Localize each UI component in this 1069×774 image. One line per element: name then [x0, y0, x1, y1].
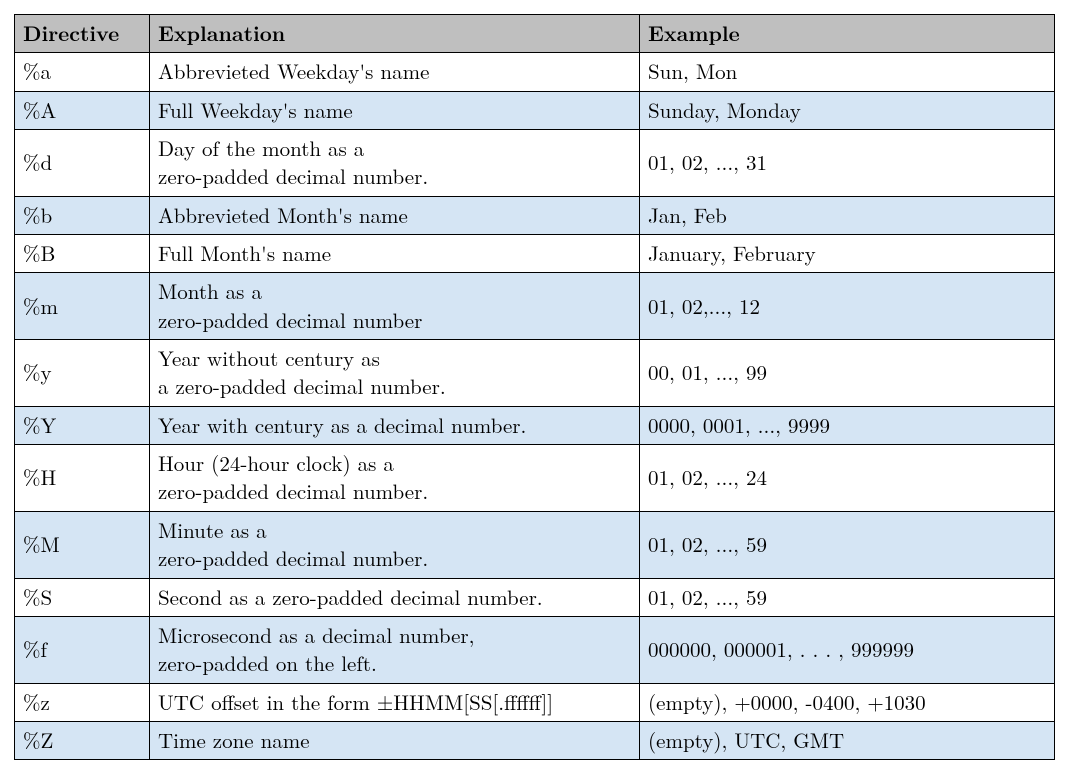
cell-explanation: UTC offset in the form ±HHMM[SS[.ffffff]… [150, 683, 640, 721]
cell-explanation: Year with century as a decimal number. [150, 406, 640, 444]
cell-explanation: Time zone name [150, 721, 640, 759]
table-row: %bAbbrevieted Month's nameJan, Feb [15, 196, 1055, 234]
cell-directive: %m [15, 273, 150, 340]
table-row: %yYear without century asa zero-padded d… [15, 340, 1055, 407]
cell-example: (empty), UTC, GMT [640, 721, 1055, 759]
cell-example: Sunday, Monday [640, 91, 1055, 129]
cell-directive: %Z [15, 721, 150, 759]
table-row: %BFull Month's nameJanuary, February [15, 235, 1055, 273]
cell-explanation: Full Month's name [150, 235, 640, 273]
table-row: %AFull Weekday's nameSunday, Monday [15, 91, 1055, 129]
table-row: %fMicrosecond as a decimal number,zero-p… [15, 616, 1055, 683]
cell-explanation: Year without century asa zero-padded dec… [150, 340, 640, 407]
cell-directive: %A [15, 91, 150, 129]
cell-directive: %B [15, 235, 150, 273]
cell-explanation: Minute as azero-padded decimal number. [150, 511, 640, 578]
cell-directive: %a [15, 53, 150, 91]
table-row: %dDay of the month as azero-padded decim… [15, 130, 1055, 197]
cell-example: 01, 02, ..., 24 [640, 445, 1055, 512]
cell-explanation: Abbrevieted Weekday's name [150, 53, 640, 91]
cell-directive: %Y [15, 406, 150, 444]
table-row: %zUTC offset in the form ±HHMM[SS[.fffff… [15, 683, 1055, 721]
header-example: Example [640, 15, 1055, 53]
cell-example: 000000, 000001, . . . , 999999 [640, 616, 1055, 683]
cell-example: 01, 02,..., 12 [640, 273, 1055, 340]
cell-explanation: Hour (24-hour clock) as azero-padded dec… [150, 445, 640, 512]
cell-directive: %b [15, 196, 150, 234]
header-explanation: Explanation [150, 15, 640, 53]
cell-directive: %d [15, 130, 150, 197]
directive-table: Directive Explanation Example %aAbbrevie… [14, 14, 1055, 760]
cell-example: Sun, Mon [640, 53, 1055, 91]
cell-example: 01, 02, ..., 59 [640, 578, 1055, 616]
table-row: %HHour (24-hour clock) as azero-padded d… [15, 445, 1055, 512]
cell-example: January, February [640, 235, 1055, 273]
cell-explanation: Second as a zero-padded decimal number. [150, 578, 640, 616]
table-header-row: Directive Explanation Example [15, 15, 1055, 53]
header-directive: Directive [15, 15, 150, 53]
cell-explanation: Microsecond as a decimal number,zero-pad… [150, 616, 640, 683]
cell-directive: %f [15, 616, 150, 683]
cell-directive: %H [15, 445, 150, 512]
cell-explanation: Day of the month as azero-padded decimal… [150, 130, 640, 197]
cell-explanation: Full Weekday's name [150, 91, 640, 129]
cell-example: Jan, Feb [640, 196, 1055, 234]
cell-directive: %S [15, 578, 150, 616]
cell-example: 01, 02, ..., 59 [640, 511, 1055, 578]
table-row: %aAbbrevieted Weekday's nameSun, Mon [15, 53, 1055, 91]
table-row: %SSecond as a zero-padded decimal number… [15, 578, 1055, 616]
table-row: %mMonth as azero-padded decimal number01… [15, 273, 1055, 340]
cell-directive: %z [15, 683, 150, 721]
cell-directive: %y [15, 340, 150, 407]
cell-directive: %M [15, 511, 150, 578]
cell-explanation: Abbrevieted Month's name [150, 196, 640, 234]
cell-explanation: Month as azero-padded decimal number [150, 273, 640, 340]
table-row: %MMinute as azero-padded decimal number.… [15, 511, 1055, 578]
cell-example: 01, 02, ..., 31 [640, 130, 1055, 197]
table-row: %YYear with century as a decimal number.… [15, 406, 1055, 444]
table-row: %ZTime zone name(empty), UTC, GMT [15, 721, 1055, 759]
cell-example: (empty), +0000, -0400, +1030 [640, 683, 1055, 721]
cell-example: 0000, 0001, ..., 9999 [640, 406, 1055, 444]
cell-example: 00, 01, ..., 99 [640, 340, 1055, 407]
